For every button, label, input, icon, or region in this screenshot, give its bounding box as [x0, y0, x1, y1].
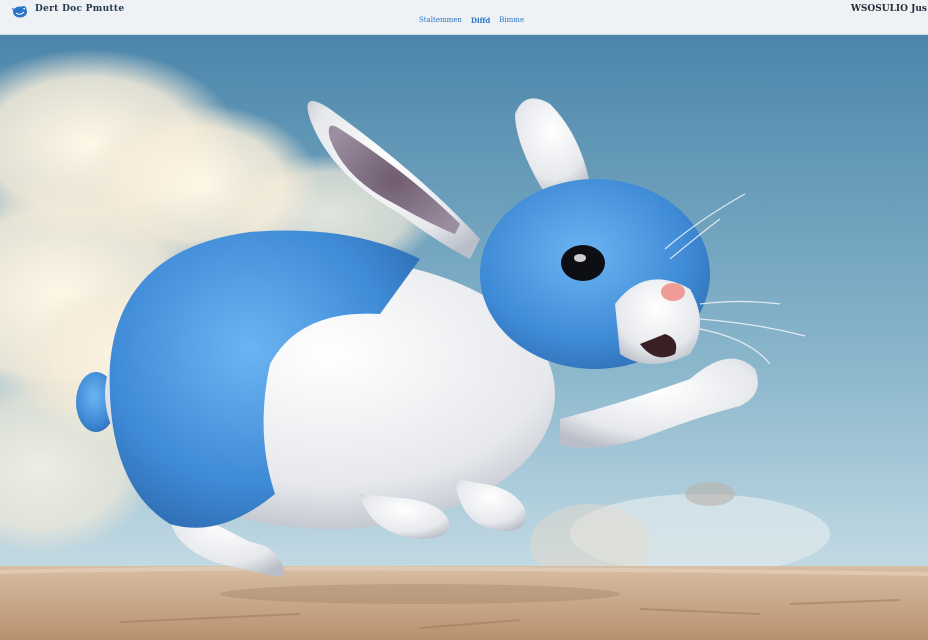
nav-item-bimme[interactable]: Bimme: [499, 16, 524, 25]
top-right-label[interactable]: WSOSULIO Jus: [851, 4, 927, 14]
bird-logo-icon[interactable]: [11, 3, 29, 19]
site-brand-name[interactable]: Dert Doc Pmutte: [35, 4, 124, 14]
hero-image: [0, 34, 928, 640]
page: Dert Doc Pmutte Staltemmen Diffd Bimme W…: [0, 0, 928, 640]
site-header: Dert Doc Pmutte Staltemmen Diffd Bimme W…: [0, 0, 928, 35]
nav-item-staltemmen[interactable]: Staltemmen: [419, 16, 462, 25]
top-nav: Staltemmen Diffd Bimme: [419, 16, 524, 25]
nav-item-diffd[interactable]: Diffd: [471, 16, 490, 25]
bunny-illustration: [0, 34, 928, 640]
